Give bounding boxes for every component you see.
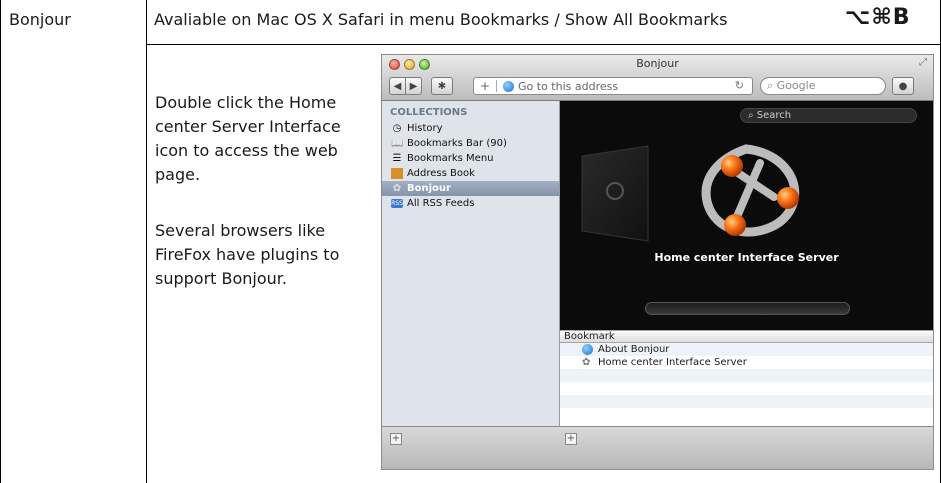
keyboard-shortcut: ⌥⌘B [845, 5, 911, 30]
list-item-label: Home center Interface Server [598, 357, 747, 368]
sidebar-item-bookmarks-bar[interactable]: 📖 Bookmarks Bar (90) [382, 136, 559, 151]
sidebar-item-label: All RSS Feeds [407, 198, 475, 209]
instruction-paragraph: Double click the Home center Server Inte… [155, 93, 341, 184]
empty-row [560, 408, 933, 421]
sidebar-item-history[interactable]: ◷ History [382, 121, 559, 136]
sidebar-item-label: Bookmarks Menu [407, 153, 494, 164]
empty-row [560, 382, 933, 395]
reload-icon[interactable]: ↻ [735, 79, 744, 92]
bonjour-icon: ✿ [392, 183, 402, 194]
forward-button[interactable]: ▶ [405, 77, 422, 95]
address-placeholder: Go to this address [518, 80, 619, 93]
book-icon: 📖 [391, 138, 404, 149]
bookmark-list: Bookmark About Bonjour ✿ Home center Int… [560, 330, 933, 426]
empty-row [560, 369, 933, 382]
add-collection-button[interactable]: + [390, 433, 402, 445]
sidebar-item-bonjour[interactable]: ✿ Bonjour [382, 181, 559, 196]
address-field[interactable]: + Go to this address ↻ [473, 77, 753, 95]
table-column-divider [146, 0, 147, 483]
list-item[interactable]: ✿ Home center Interface Server [560, 356, 933, 369]
sidebar-item-label: Address Book [407, 168, 475, 179]
list-item-label: About Bonjour [598, 344, 670, 355]
term-cell: Bonjour [9, 10, 71, 29]
google-search-placeholder: Google [776, 79, 816, 92]
safari-window: Bonjour ⤢ ◀ ▶ ✱ + Go to this address ↻ ⌕… [381, 54, 934, 470]
add-bookmark-button[interactable]: + [565, 433, 577, 445]
sidebar-item-label: Bonjour [407, 183, 451, 194]
cover-flow-scrollbar[interactable] [645, 302, 850, 315]
browser-note-paragraph: Several browsers like FireFox have plugi… [155, 221, 340, 288]
side-cover-page [581, 145, 649, 242]
collections-header: COLLECTIONS [390, 107, 468, 118]
activity-button[interactable]: ● [892, 77, 914, 95]
globe-icon [503, 81, 514, 92]
sidebar-item-label: Bookmarks Bar (90) [407, 138, 507, 149]
orange-orb [724, 214, 746, 236]
cover-caption: Home center Interface Server [654, 251, 839, 264]
cover-flow-view[interactable]: ⌕ Search Home center Interface Server [560, 101, 933, 330]
rss-icon: RSS [391, 199, 403, 208]
menu-icon: ☰ [392, 153, 402, 164]
magnifier-icon: ⌕ [767, 79, 774, 92]
title-bar: Bonjour ⤢ ◀ ▶ ✱ + Go to this address ↻ ⌕… [382, 55, 933, 101]
orange-orb [721, 155, 743, 177]
google-search-field[interactable]: ⌕ Google [760, 77, 886, 95]
bookmark-column-header[interactable]: Bookmark [560, 330, 933, 343]
add-bookmark-icon[interactable]: + [480, 79, 490, 93]
collections-sidebar: COLLECTIONS ◷ History 📖 Bookmarks Bar (9… [382, 101, 560, 426]
header-text: Avaliable on Mac OS X Safari in menu Boo… [154, 10, 728, 29]
orange-orb [777, 187, 799, 209]
sidebar-item-address-book[interactable]: Address Book [382, 166, 559, 181]
back-button[interactable]: ◀ [389, 77, 406, 95]
sidebar-item-bookmarks-menu[interactable]: ☰ Bookmarks Menu [382, 151, 559, 166]
fullscreen-icon[interactable]: ⤢ [919, 57, 927, 68]
cover-flow-artwork [581, 144, 800, 242]
address-separator [496, 80, 497, 92]
globe-icon [582, 344, 593, 355]
clock-icon: ◷ [392, 123, 402, 134]
empty-row [560, 395, 933, 408]
address-book-icon [391, 168, 403, 179]
table-left-border [0, 0, 1, 483]
list-item[interactable]: About Bonjour [560, 343, 933, 356]
window-title: Bonjour [636, 57, 679, 70]
bonjour-icon: ✿ [582, 357, 591, 368]
sidebar-item-label: History [407, 123, 443, 134]
table-header-divider [146, 44, 941, 45]
bottom-bar: + + [382, 426, 933, 469]
bonjour-logo-icon [701, 144, 800, 237]
sidebar-item-rss-feeds[interactable]: RSS All RSS Feeds [382, 196, 559, 211]
bug-icon[interactable]: ✱ [431, 77, 453, 95]
